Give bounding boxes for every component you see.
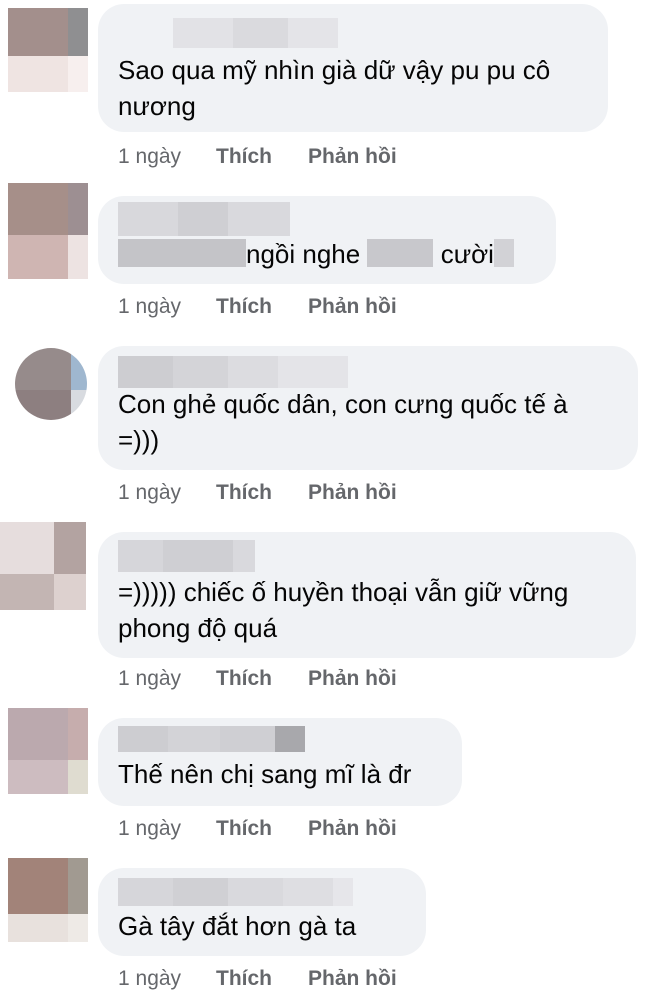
author-name-redacted[interactable]: [118, 356, 618, 388]
comment-bubble: ngồi nghe cười: [98, 196, 556, 284]
like-button[interactable]: Thích: [216, 817, 308, 841]
comment-time[interactable]: 1 ngày: [118, 145, 216, 169]
comment-text: Sao qua mỹ nhìn già dữ vậy pu pu cô nươn…: [118, 55, 551, 121]
comment-bubble: Sao qua mỹ nhìn già dữ vậy pu pu cô nươn…: [98, 4, 608, 132]
comment-bubble: Con ghẻ quốc dân, con cưng quốc tế à =))…: [98, 346, 638, 470]
avatar[interactable]: [8, 8, 88, 92]
author-name-redacted[interactable]: [118, 202, 536, 236]
comment-time[interactable]: 1 ngày: [118, 817, 216, 841]
comment-actions: 1 ngày Thích Phản hồi: [118, 295, 397, 319]
redacted-text: [118, 239, 246, 267]
redacted-text: [367, 239, 434, 267]
author-name-redacted[interactable]: [118, 726, 442, 752]
reply-button[interactable]: Phản hồi: [308, 667, 397, 691]
comment-text: Gà tây đắt hơn gà ta: [118, 911, 357, 941]
comment-time[interactable]: 1 ngày: [118, 667, 216, 691]
comment-actions: 1 ngày Thích Phản hồi: [118, 817, 397, 841]
comment-text: =))))) chiếc ố huyền thoại vẫn giữ vững …: [118, 577, 569, 643]
avatar[interactable]: [0, 522, 86, 610]
avatar[interactable]: [15, 348, 87, 420]
comment-time[interactable]: 1 ngày: [118, 295, 216, 319]
like-button[interactable]: Thích: [216, 145, 308, 169]
reply-button[interactable]: Phản hồi: [308, 967, 397, 991]
redacted-text: [493, 239, 514, 267]
avatar[interactable]: [8, 858, 88, 942]
comment-time[interactable]: 1 ngày: [118, 967, 216, 991]
comment-actions: 1 ngày Thích Phản hồi: [118, 967, 397, 991]
author-name-redacted[interactable]: [118, 540, 616, 572]
author-name-redacted[interactable]: [118, 878, 406, 906]
comment-actions: 1 ngày Thích Phản hồi: [118, 667, 397, 691]
avatar[interactable]: [8, 708, 88, 794]
comment-bubble: =))))) chiếc ố huyền thoại vẫn giữ vững …: [98, 532, 636, 658]
comment-time[interactable]: 1 ngày: [118, 481, 216, 505]
like-button[interactable]: Thích: [216, 481, 308, 505]
comment-text: Thế nên chị sang mĩ là đr: [118, 759, 412, 789]
like-button[interactable]: Thích: [216, 667, 308, 691]
reply-button[interactable]: Phản hồi: [308, 295, 397, 319]
like-button[interactable]: Thích: [216, 967, 308, 991]
comment-actions: 1 ngày Thích Phản hồi: [118, 481, 397, 505]
comment-text: ngồi nghe cười: [118, 236, 536, 272]
comment-actions: 1 ngày Thích Phản hồi: [118, 145, 397, 169]
comment-bubble: Thế nên chị sang mĩ là đr: [98, 718, 462, 806]
reply-button[interactable]: Phản hồi: [308, 817, 397, 841]
like-button[interactable]: Thích: [216, 295, 308, 319]
reply-button[interactable]: Phản hồi: [308, 145, 397, 169]
avatar[interactable]: [8, 183, 88, 279]
reply-button[interactable]: Phản hồi: [308, 481, 397, 505]
comment-text: Con ghẻ quốc dân, con cưng quốc tế à =))…: [118, 389, 568, 455]
comment-bubble: Gà tây đắt hơn gà ta: [98, 868, 426, 956]
author-name-redacted[interactable]: [118, 18, 588, 48]
